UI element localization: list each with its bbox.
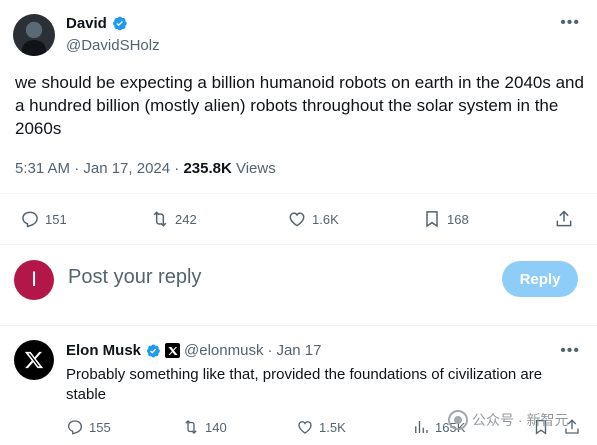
x-logo-icon bbox=[24, 351, 44, 369]
repost-action[interactable]: 242 bbox=[150, 207, 197, 231]
reply-text: Probably something like that, provided t… bbox=[66, 366, 543, 403]
repost-icon bbox=[185, 420, 197, 434]
divider bbox=[0, 244, 597, 245]
more-options-icon[interactable]: ••• bbox=[560, 15, 580, 31]
reply-author-handle[interactable]: @elonmusk bbox=[184, 342, 263, 359]
tweet-meta: 5:31 AM · Jan 17, 2024 · 235.8K Views bbox=[15, 160, 276, 177]
reply-like-action[interactable]: 1.5K bbox=[296, 416, 346, 438]
reply-reply-action[interactable]: 155 bbox=[66, 416, 111, 438]
reply-count: 151 bbox=[45, 211, 67, 227]
heart-icon bbox=[289, 212, 305, 227]
reply-like-count: 1.5K bbox=[319, 419, 346, 435]
tweet-actions: 151 242 1.6K 168 bbox=[0, 207, 597, 231]
author-name[interactable]: David bbox=[66, 15, 107, 32]
author-handle[interactable]: @DavidSHolz bbox=[66, 37, 160, 54]
reply-repost-action[interactable]: 140 bbox=[182, 416, 227, 438]
bookmark-action[interactable]: 168 bbox=[422, 207, 469, 231]
reply-date[interactable]: Jan 17 bbox=[276, 342, 321, 359]
reply-more-options-icon[interactable]: ••• bbox=[560, 343, 580, 359]
reply-icon bbox=[67, 420, 83, 435]
verified-badge-icon bbox=[112, 16, 127, 31]
views-label: Views bbox=[231, 160, 276, 177]
like-action[interactable]: 1.6K bbox=[287, 207, 339, 231]
reply-author-avatar[interactable] bbox=[14, 340, 54, 380]
share-icon bbox=[556, 210, 572, 227]
divider bbox=[0, 325, 597, 326]
reply-author-row: Elon Musk @elonmusk · Jan 17 bbox=[66, 342, 322, 359]
reply-icon bbox=[22, 211, 38, 228]
reply-author-name[interactable]: Elon Musk bbox=[66, 342, 141, 359]
heart-icon bbox=[298, 421, 312, 434]
reply-repost-count: 140 bbox=[205, 419, 227, 435]
divider bbox=[0, 193, 597, 194]
composer-avatar[interactable]: I bbox=[14, 260, 54, 300]
author-avatar[interactable] bbox=[13, 14, 55, 56]
tweet-time[interactable]: 5:31 AM · Jan 17, 2024 · bbox=[15, 160, 183, 177]
share-action[interactable] bbox=[554, 207, 574, 231]
reply-reply-count: 155 bbox=[89, 419, 111, 435]
reply-input[interactable]: Post your reply bbox=[68, 266, 201, 289]
views-count: 235.8K bbox=[183, 160, 232, 177]
watermark-text: 公众号 · 新智元 bbox=[472, 412, 569, 428]
author-name-row[interactable]: David bbox=[66, 15, 128, 32]
verified-badge-icon bbox=[146, 344, 160, 357]
watermark: 公众号 · 新智元 bbox=[448, 410, 568, 430]
views-chart-icon bbox=[415, 421, 428, 433]
bookmark-icon bbox=[426, 211, 438, 228]
watermark-logo-icon bbox=[448, 410, 468, 430]
tweet-text: we should be expecting a billion humanoi… bbox=[15, 73, 584, 138]
reply-action[interactable]: 151 bbox=[20, 207, 67, 231]
like-count: 1.6K bbox=[312, 211, 339, 227]
reply-button[interactable]: Reply bbox=[502, 261, 578, 297]
bookmark-count: 168 bbox=[447, 211, 469, 227]
repost-count: 242 bbox=[175, 211, 197, 227]
separator-dot: · bbox=[267, 342, 273, 359]
x-affiliate-badge-icon bbox=[165, 343, 181, 358]
repost-icon bbox=[153, 211, 167, 227]
